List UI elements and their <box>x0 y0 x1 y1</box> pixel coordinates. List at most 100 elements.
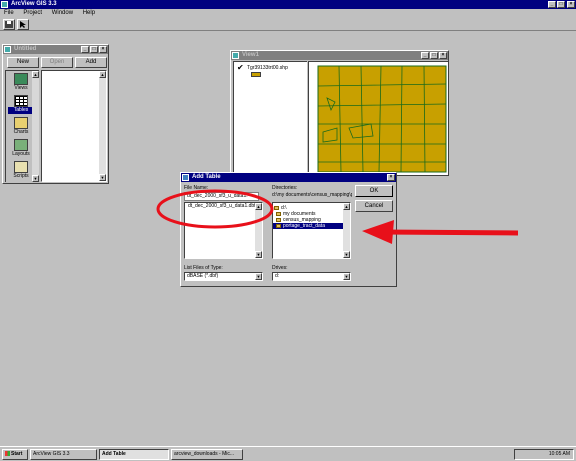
directory-list-scrollbar[interactable]: ▲ ▼ <box>343 203 350 258</box>
menu-file[interactable]: File <box>4 10 14 16</box>
view-minimize-button[interactable]: _ <box>421 52 429 59</box>
drives-select[interactable]: d: ▼ <box>272 272 351 281</box>
open-folder-icon <box>276 217 281 222</box>
layer-visibility-checkbox[interactable]: ✔ <box>237 64 244 72</box>
layouts-icon <box>14 139 28 151</box>
project-window-title-bar: Untitled _ □ × <box>3 45 108 54</box>
menu-window[interactable]: Window <box>52 10 73 16</box>
doc-type-label: Views <box>14 85 28 91</box>
directory-list[interactable]: d:\ my documents census_mapping portage_… <box>272 202 351 259</box>
drives-value: d: <box>275 273 280 279</box>
view-close-button[interactable]: × <box>439 52 447 59</box>
file-list-scrollbar[interactable]: ▲ ▼ <box>255 203 262 258</box>
directory-item-selected[interactable]: portage_tract_data <box>273 223 343 229</box>
scroll-up-arrow[interactable]: ▲ <box>343 203 350 210</box>
cancel-button[interactable]: Cancel <box>355 200 393 212</box>
file-type-label: List Files of Type: <box>184 265 223 271</box>
scroll-down-arrow[interactable]: ▼ <box>99 174 106 181</box>
dialog-title: Add Table <box>192 174 221 180</box>
directories-label: Directories: <box>272 185 298 191</box>
save-project-tool[interactable] <box>3 19 15 30</box>
task-label: arcview_downloads - Mic... <box>174 451 235 457</box>
layer-name[interactable]: Tgr39133trt00.shp <box>247 65 288 71</box>
menu-help[interactable]: Help <box>83 10 95 16</box>
scripts-icon <box>14 161 28 173</box>
directory-label: portage_tract_data <box>283 223 325 229</box>
task-add-table[interactable]: Add Table <box>99 449 169 460</box>
task-arcview[interactable]: ArcView GIS 3.3 <box>30 449 97 460</box>
scroll-down-arrow[interactable]: ▼ <box>32 175 39 182</box>
documents-list[interactable]: ▲ ▼ <box>41 70 107 182</box>
doc-type-list: Views Tables Charts Layouts Scripts ▲ ▼ <box>5 70 39 182</box>
project-window-icon <box>4 46 11 53</box>
charts-icon <box>14 117 28 129</box>
view-window: View1 _ □ × ✔ Tgr39133trt00.shp <box>230 50 449 176</box>
views-icon <box>14 73 28 85</box>
toolbar <box>0 18 576 31</box>
project-maximize-button[interactable]: □ <box>90 46 98 53</box>
scroll-up-arrow[interactable]: ▲ <box>255 203 262 210</box>
open-folder-icon <box>276 223 281 228</box>
census-tracts-map[interactable] <box>309 62 447 174</box>
open-folder-icon <box>276 211 281 216</box>
project-window: Untitled _ □ × New Open Add Views Tables… <box>2 44 109 184</box>
scroll-down-arrow[interactable]: ▼ <box>255 251 262 258</box>
task-label: ArcView GIS 3.3 <box>33 451 70 457</box>
directories-path: d:\my documents\census_mapping\p <box>272 192 352 198</box>
scroll-down-arrow[interactable]: ▼ <box>343 251 350 258</box>
dialog-close-button[interactable]: × <box>387 174 395 181</box>
ok-button[interactable]: OK <box>355 185 393 197</box>
table-of-contents: ✔ Tgr39133trt00.shp <box>233 61 307 175</box>
layer-legend-swatch <box>251 72 261 77</box>
windows-logo-icon <box>5 451 10 457</box>
open-folder-icon <box>274 205 279 210</box>
file-name-input[interactable]: dt_dec_2000_sf3_u_data1. <box>184 192 259 201</box>
save-icon <box>5 21 13 28</box>
scroll-up-arrow[interactable]: ▲ <box>32 71 39 78</box>
chevron-down-icon[interactable]: ▼ <box>343 273 350 280</box>
doc-type-label: Charts <box>13 129 29 135</box>
menu-project[interactable]: Project <box>23 10 42 16</box>
scroll-up-arrow[interactable]: ▲ <box>99 71 106 78</box>
documents-scrollbar[interactable]: ▲ ▼ <box>99 71 106 181</box>
doc-type-charts[interactable]: Charts <box>8 117 34 139</box>
close-button[interactable]: × <box>567 1 575 8</box>
file-name-label: File Name: <box>184 185 209 191</box>
doc-type-layouts[interactable]: Layouts <box>8 139 34 161</box>
minimize-button[interactable]: _ <box>548 1 556 8</box>
help-arrow-icon <box>20 21 26 28</box>
task-arcview-downloads[interactable]: arcview_downloads - Mic... <box>171 449 243 460</box>
file-list-item[interactable]: dt_dec_2000_sf3_u_data1.dbf <box>185 203 262 209</box>
file-type-value: dBASE (*.dbf) <box>187 273 219 279</box>
project-window-title: Untitled <box>14 46 37 52</box>
chevron-down-icon[interactable]: ▼ <box>255 273 262 280</box>
doc-type-label: Tables <box>8 107 34 114</box>
system-tray: 10:05 AM <box>514 449 574 460</box>
open-button[interactable]: Open <box>41 57 73 68</box>
help-pointer-tool[interactable] <box>17 19 29 30</box>
view-maximize-button[interactable]: □ <box>430 52 438 59</box>
project-close-button[interactable]: × <box>99 46 107 53</box>
doc-type-views[interactable]: Views <box>8 73 34 95</box>
file-type-select[interactable]: dBASE (*.dbf) ▼ <box>184 272 263 281</box>
menu-bar: File Project Window Help <box>0 9 576 18</box>
doc-type-label: Layouts <box>12 151 30 157</box>
maximize-button[interactable]: □ <box>557 1 565 8</box>
add-button[interactable]: Add <box>75 57 107 68</box>
map-display[interactable] <box>308 61 448 175</box>
doc-type-tables[interactable]: Tables <box>8 95 34 117</box>
doc-type-label: Scripts <box>13 173 29 179</box>
doc-type-scrollbar[interactable]: ▲ ▼ <box>32 71 39 182</box>
tables-icon <box>14 95 28 107</box>
dialog-app-icon <box>182 174 189 181</box>
new-button[interactable]: New <box>7 57 39 68</box>
view-window-icon <box>232 52 239 59</box>
file-list[interactable]: dt_dec_2000_sf3_u_data1.dbf ▲ ▼ <box>184 202 263 259</box>
start-button[interactable]: Start <box>2 449 28 460</box>
project-minimize-button[interactable]: _ <box>81 46 89 53</box>
start-label: Start <box>11 451 23 457</box>
tract-polygons-area <box>317 65 447 173</box>
doc-type-scripts[interactable]: Scripts <box>8 161 34 183</box>
drives-label: Drives: <box>272 265 288 271</box>
app-title: ArcView GIS 3.3 <box>11 1 57 7</box>
